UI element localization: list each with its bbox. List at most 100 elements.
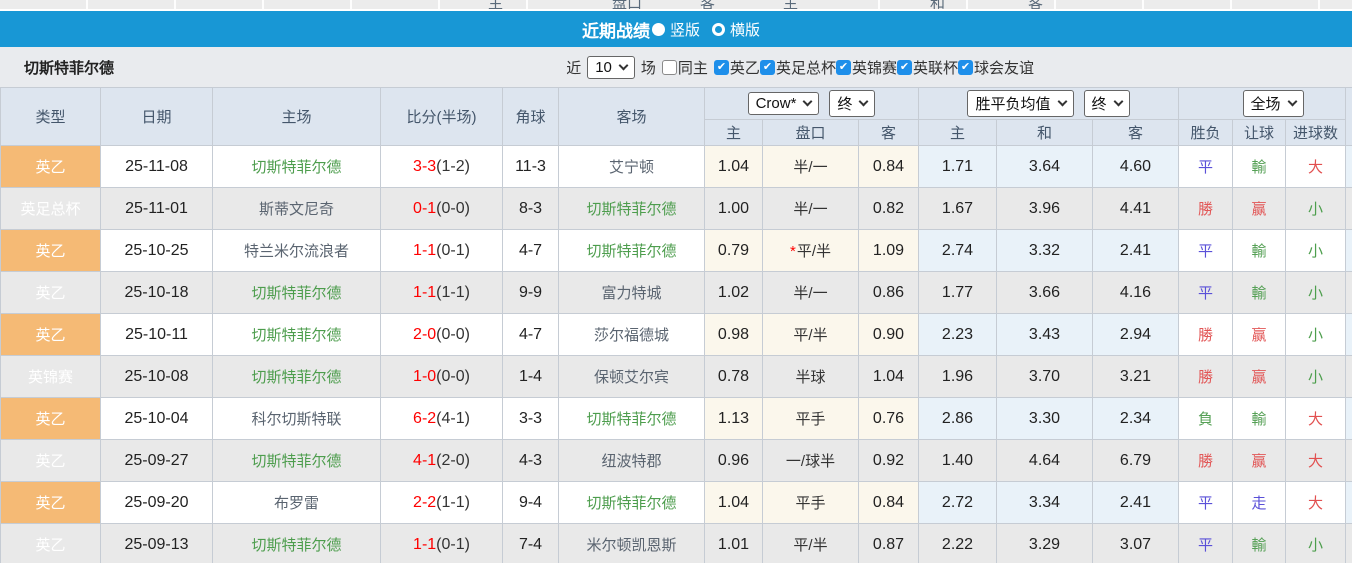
cropped-column-cell [1345, 313, 1352, 356]
match-count-select[interactable]: 10 [587, 55, 635, 79]
scope-select-value: 全场 [1250, 96, 1281, 113]
header-odds-home: 主 [704, 119, 763, 146]
scope-select[interactable]: 全场 [1242, 90, 1304, 117]
handicap-mark: 赢 [1232, 355, 1286, 398]
odds-away: 0.90 [858, 313, 919, 356]
corner-score: 1-4 [502, 355, 559, 398]
chevron-down-icon [858, 96, 869, 107]
results-table: 类型 日期 主场 比分(半场) 角球 客场 Crow* 终 胜平负均值 终 全场… [0, 87, 1352, 563]
league-checkbox-label[interactable]: 英乙 [730, 57, 760, 78]
league-checkbox[interactable]: ✔ [896, 59, 912, 75]
header-goals: 进球数 [1284, 119, 1347, 146]
mean-type-select-value: 胜平负均值 [975, 96, 1051, 113]
mean-draw: 3.32 [996, 229, 1093, 272]
corner-score: 9-9 [502, 271, 559, 314]
same-home-checkbox[interactable] [661, 59, 677, 75]
handicap-mark: 走 [1232, 481, 1286, 524]
mean-away: 2.94 [1092, 313, 1179, 356]
mean-draw: 3.70 [996, 355, 1093, 398]
goals-mark: 小 [1284, 271, 1347, 314]
goals-mark: 小 [1284, 355, 1347, 398]
chevron-down-icon [1113, 96, 1123, 107]
cropped-column-cell [1345, 145, 1352, 188]
handicap-mark: 赢 [1232, 439, 1286, 482]
league-badge: 英乙 [0, 397, 101, 440]
odds-away: 1.04 [858, 355, 919, 398]
away-team: 纽波特郡 [558, 439, 705, 482]
score: 1-1(0-1) [380, 523, 503, 563]
mean-group-header: 胜平负均值 终 [918, 87, 1179, 120]
handicap-line: 半球 [762, 355, 859, 398]
handicap-mark: 輸 [1232, 523, 1286, 563]
handicap-mark: 輸 [1232, 145, 1286, 188]
match-date: 25-09-27 [100, 439, 213, 482]
league-badge: 英足总杯 [0, 187, 101, 230]
table-row: 英乙 25-10-11 切斯特菲尔德 2-0(0-0) 4-7 莎尔福德城 0.98 平/半 0… [0, 313, 1352, 356]
chevron-down-icon [1287, 96, 1297, 107]
cropped-column-cell [1345, 229, 1352, 272]
league-checkbox-label[interactable]: 球会友谊 [974, 57, 1034, 78]
mean-home: 1.40 [918, 439, 997, 482]
odds-away: 0.92 [858, 439, 919, 482]
chevron-down-icon [618, 60, 629, 70]
league-checkbox-label[interactable]: 英锦赛 [852, 57, 897, 78]
cropped-row-above: 主 盘口 客 主 和 客 [0, 0, 1352, 11]
score: 2-0(0-0) [380, 313, 503, 356]
mean-away: 4.41 [1092, 187, 1179, 230]
odds-time-select[interactable]: 终 [829, 90, 876, 117]
table-row: 英乙 25-09-27 切斯特菲尔德 4-1(2-0) 4-3 纽波特郡 0.96 一/球半 0… [0, 439, 1352, 482]
away-team: 莎尔福德城 [558, 313, 705, 356]
league-checkbox-label[interactable]: 英足总杯 [776, 57, 836, 78]
header-date: 日期 [100, 87, 213, 146]
mean-time-select[interactable]: 终 [1083, 90, 1130, 117]
home-team: 布罗雷 [212, 481, 381, 524]
league-badge: 英乙 [0, 229, 101, 272]
league-checkbox[interactable]: ✔ [957, 59, 973, 75]
bookmaker-select[interactable]: Crow* [747, 92, 820, 115]
layout-radio-vertical[interactable] [651, 22, 665, 36]
odds-home: 1.04 [704, 145, 763, 188]
mean-home: 1.71 [918, 145, 997, 188]
league-checkbox[interactable]: ✔ [759, 59, 775, 75]
league-badge: 英乙 [0, 145, 101, 188]
goals-mark: 大 [1284, 397, 1347, 440]
league-checkbox[interactable]: ✔ [835, 59, 851, 75]
mean-home: 2.74 [918, 229, 997, 272]
league-checkbox[interactable]: ✔ [713, 59, 729, 75]
score: 1-1(0-1) [380, 229, 503, 272]
cropped-column-cell [1345, 439, 1352, 482]
handicap-line: 平/半 [762, 313, 859, 356]
match-date: 25-10-25 [100, 229, 213, 272]
odds-home: 1.01 [704, 523, 763, 563]
away-team: 保顿艾尔宾 [558, 355, 705, 398]
result-mark: 平 [1178, 229, 1233, 272]
league-checkbox-label[interactable]: 英联杯 [913, 57, 958, 78]
cropped-label: 主 [488, 0, 504, 11]
layout-radio-horizontal[interactable] [712, 22, 725, 36]
mean-type-select[interactable]: 胜平负均值 [967, 90, 1074, 117]
odds-home: 1.02 [704, 271, 763, 314]
mean-draw: 3.96 [996, 187, 1093, 230]
layout-radio-horizontal-label[interactable]: 横版 [730, 19, 760, 40]
result-mark: 勝 [1178, 187, 1233, 230]
corner-score: 4-7 [502, 313, 559, 356]
same-home-label[interactable]: 同主 [678, 57, 708, 78]
mean-draw: 3.30 [996, 397, 1093, 440]
away-team: 切斯特菲尔德 [558, 187, 705, 230]
mean-away: 3.21 [1092, 355, 1179, 398]
score: 6-2(4-1) [380, 397, 503, 440]
match-date: 25-10-08 [100, 355, 213, 398]
goals-mark: 大 [1284, 145, 1347, 188]
score: 3-3(1-2) [380, 145, 503, 188]
layout-radio-vertical-label[interactable]: 竖版 [670, 19, 700, 40]
result-mark: 負 [1178, 397, 1233, 440]
table-row: 英乙 25-10-04 科尔切斯特联 6-2(4-1) 3-3 切斯特菲尔德 1.13 平手 0… [0, 397, 1352, 440]
handicap-mark: 赢 [1232, 313, 1286, 356]
away-team: 富力特城 [558, 271, 705, 314]
league-badge: 英乙 [0, 523, 101, 563]
result-mark: 平 [1178, 271, 1233, 314]
match-date: 25-10-18 [100, 271, 213, 314]
table-row: 英足总杯 25-11-01 斯蒂文尼奇 0-1(0-0) 8-3 切斯特菲尔德 1.00 半/… [0, 187, 1352, 230]
odds-home: 1.04 [704, 481, 763, 524]
recent-results-panel: 主盘口客主和客 近期战绩 竖版 横版 切斯特菲尔德 近 10 场 同主 ✔ 英乙 ✔… [0, 0, 1352, 563]
